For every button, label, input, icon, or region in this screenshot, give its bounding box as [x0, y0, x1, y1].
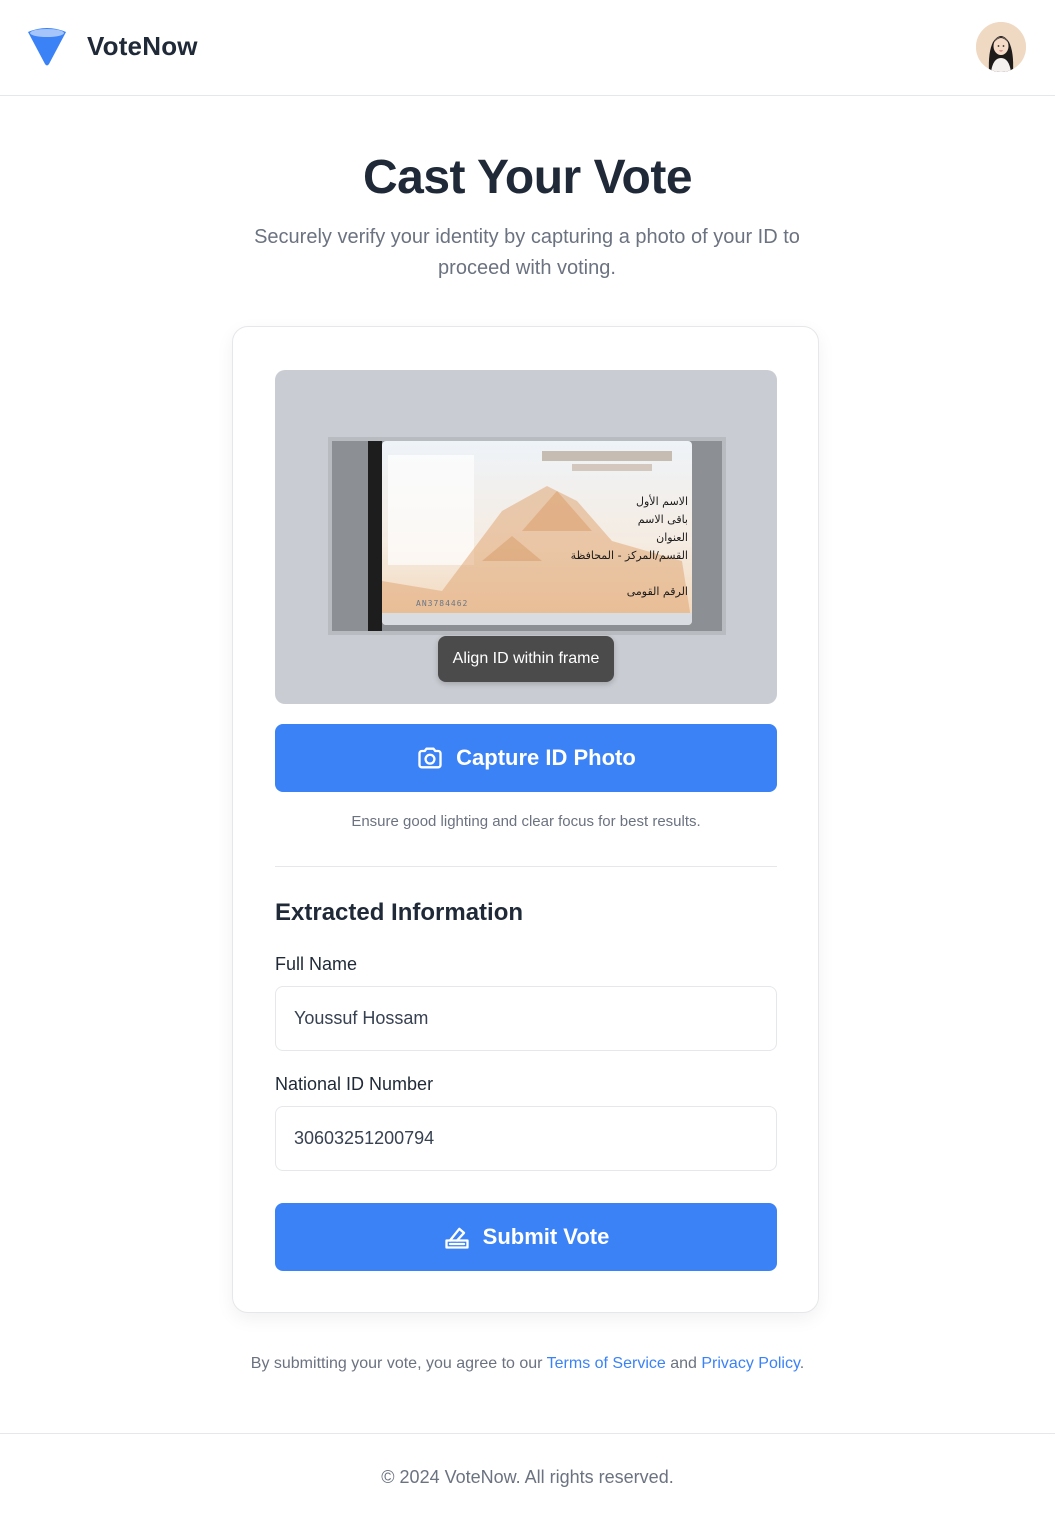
lighting-hint: Ensure good lighting and clear focus for…: [351, 813, 701, 830]
copyright: © 2024 VoteNow. All rights reserved.: [381, 1467, 674, 1487]
page-subtitle: Securely verify your identity by capturi…: [254, 226, 800, 279]
id-line-3: العنوان: [656, 531, 688, 544]
id-line-2: باقى الاسم: [637, 513, 688, 526]
id-line-1: الاسم الأول: [636, 495, 688, 508]
top-header: VoteNow: [0, 0, 1055, 96]
id-line-4: القسم/المركز - المحافظة: [570, 549, 688, 562]
privacy-link[interactable]: Privacy Policy: [701, 1355, 799, 1372]
national-id-label: National ID Number: [275, 1074, 434, 1094]
id-frame: الاسم الأول باقى الاسم العنوان القسم/الم…: [328, 437, 726, 635]
capture-id-button[interactable]: Capture ID Photo: [275, 724, 777, 792]
divider: [275, 866, 777, 867]
full-name-field[interactable]: [275, 986, 777, 1051]
legal-suffix: .: [799, 1355, 805, 1372]
ballot-icon: [444, 1227, 469, 1249]
id-serial: AN3784462: [416, 599, 469, 608]
brand-name[interactable]: VoteNow: [87, 31, 198, 62]
terms-link[interactable]: Terms of Service: [547, 1355, 666, 1372]
page-title: Cast Your Vote: [362, 151, 693, 204]
extracted-info-title: Extracted Information: [275, 899, 524, 926]
id-line-5: الرقم القومى: [626, 585, 688, 598]
capture-button-label: Capture ID Photo: [456, 745, 636, 770]
legal-notice: By submitting your vote, you agree to ou…: [0, 1355, 1055, 1373]
camera-icon: [418, 747, 442, 769]
align-hint-badge: Align ID within frame: [438, 636, 614, 682]
funnel-logo-icon[interactable]: [26, 26, 68, 68]
id-card-image: الاسم الأول باقى الاسم العنوان القسم/الم…: [382, 441, 692, 625]
legal-middle: and: [665, 1355, 702, 1372]
vote-card: الاسم الأول باقى الاسم العنوان القسم/الم…: [232, 326, 819, 1313]
legal-prefix: By submitting your vote, you agree to ou…: [250, 1355, 547, 1372]
submit-vote-button[interactable]: Submit Vote: [275, 1203, 777, 1271]
camera-preview: الاسم الأول باقى الاسم العنوان القسم/الم…: [275, 370, 777, 704]
submit-button-label: Submit Vote: [482, 1224, 610, 1249]
card-edge: [368, 441, 382, 631]
user-avatar[interactable]: [976, 22, 1026, 72]
page-footer: © 2024 VoteNow. All rights reserved.: [0, 1433, 1055, 1519]
full-name-label: Full Name: [275, 954, 358, 974]
national-id-field[interactable]: [275, 1106, 777, 1171]
